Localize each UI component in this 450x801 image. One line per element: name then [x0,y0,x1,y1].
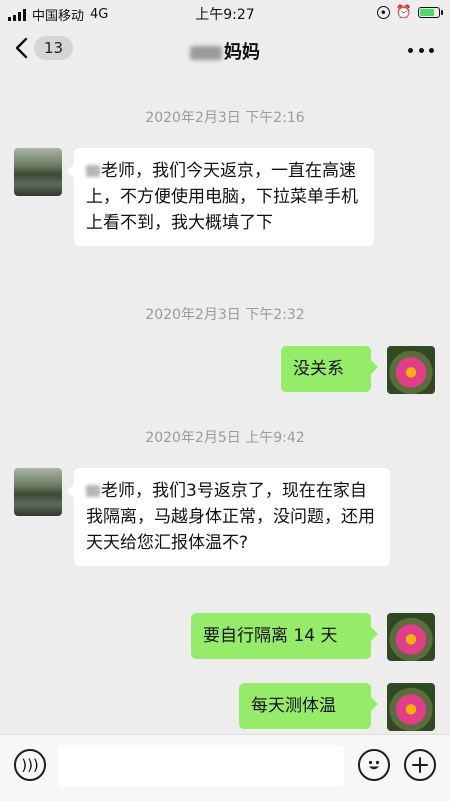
lock-rotation-icon: • [376,6,390,19]
contact-avatar[interactable] [14,468,62,516]
message-timestamp: 2020年2月3日 下午2:16 [145,110,305,126]
outgoing-message[interactable]: 没关系 [281,346,378,392]
incoming-message[interactable]: 老师，我们3号返京了，现在在家自我隔离，马越身体正常，没问题，还用天天给您汇报体… [67,468,390,566]
outgoing-message-text: 每天测体温 [251,696,336,716]
message-timestamp: 2020年2月5日 上午9:42 [145,430,305,446]
smiley-icon [368,760,380,770]
outgoing-message-text: 没关系 [293,359,344,379]
message-timestamp: 2020年2月3日 下午2:32 [145,307,305,323]
dot-icon [429,47,434,53]
input-bar: ))) [0,734,450,801]
outgoing-message[interactable]: 每天测体温 [239,683,378,729]
chat-title-text: 妈妈 [224,42,260,63]
outgoing-message-text: 要自行隔离 14 天 [203,626,338,646]
alarm-clock-icon: ⏰ [395,5,412,20]
redacted-name [190,46,222,60]
redacted-name [86,485,100,497]
contact-avatar[interactable] [14,148,62,196]
emoji-button[interactable] [358,749,390,781]
more-options-button[interactable] [408,40,434,60]
chat-title: 妈妈 [0,38,450,64]
status-bar: 中国移动 4G 上午9:27 • ⏰ [0,0,450,26]
dot-icon [418,47,424,53]
plus-icon [412,757,428,773]
voice-icon: ))) [21,755,39,774]
incoming-message[interactable]: 老师，我们今天返京，一直在高速上，不方便使用电脑，下拉菜单手机上看不到，我大概填… [67,148,374,246]
redacted-name [86,165,100,177]
incoming-message-text: 老师，我们今天返京，一直在高速上，不方便使用电脑，下拉菜单手机上看不到，我大概填… [86,161,358,233]
self-avatar[interactable] [387,683,435,731]
battery-icon [418,7,443,18]
message-input[interactable] [58,745,344,787]
voice-input-button[interactable]: ))) [14,749,46,781]
incoming-message-text: 老师，我们3号返京了，现在在家自我隔离，马越身体正常，没问题，还用天天给您汇报体… [86,481,375,553]
self-avatar[interactable] [387,346,435,394]
dot-icon [408,47,413,53]
chat-header: 13 妈妈 [0,28,450,74]
self-avatar[interactable] [387,613,435,661]
more-functions-button[interactable] [404,749,436,781]
outgoing-message[interactable]: 要自行隔离 14 天 [191,613,378,659]
